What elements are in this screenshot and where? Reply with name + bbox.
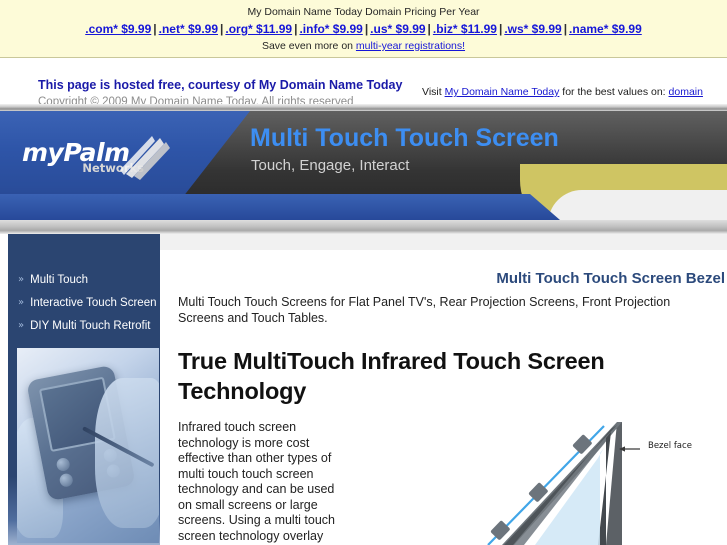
bezel-diagram-graphic [487, 422, 640, 545]
pda-stylus-photo [17, 348, 159, 543]
host-headline: This page is hosted free, courtesy of My… [38, 78, 403, 92]
price-link-biz[interactable]: .biz* $11.99 [433, 22, 497, 36]
masthead-tagline: Touch, Engage, Interact [251, 157, 410, 174]
multi-year-prefix: Save even more on [261, 40, 356, 52]
price-link-info[interactable]: .info* $9.99 [299, 22, 362, 36]
site-masthead: myPalm Networks Multi Touch Touch Screen… [0, 104, 727, 234]
host-notice-strip: This page is hosted free, courtesy of My… [0, 58, 727, 110]
sidebar-item-multi-touch[interactable]: » Multi Touch [8, 268, 160, 291]
photo-pda-button [58, 472, 74, 488]
page-stage: » Multi Touch » Interactive Touch Screen… [0, 234, 727, 545]
page-root: My Domain Name Today Domain Pricing Per … [0, 0, 727, 545]
swoosh-icon [120, 136, 170, 180]
sidebar-navigation: » Multi Touch » Interactive Touch Screen… [8, 234, 160, 545]
masthead-top-rule [0, 104, 727, 111]
sidebar-item-label: DIY Multi Touch Retrofit [30, 319, 151, 332]
price-link-net[interactable]: .net* $9.99 [159, 22, 218, 36]
visit-middle: for the best values on: [559, 86, 669, 98]
page-title: True MultiTouch Infrared Touch Screen Te… [178, 348, 605, 404]
content-top-strip [160, 234, 727, 250]
bezel-diagram: Bezel face [480, 412, 727, 545]
domain-pricing-banner: My Domain Name Today Domain Pricing Per … [0, 0, 727, 58]
chevron-right-icon: » [18, 297, 24, 308]
masthead-bottom-rule [0, 220, 727, 234]
multi-year-link[interactable]: multi-year registrations! [356, 40, 465, 52]
page-subtitle: Multi Touch Touch Screen Bezel [496, 270, 725, 287]
masthead-blue-bar [0, 194, 560, 220]
ad-price-links: .com* $9.99 | .net* $9.99 | .org* $11.99 | .in… [0, 22, 727, 37]
sidebar-item-label: Multi Touch [30, 273, 89, 286]
sidebar-item-diy-multi-touch-retrofit[interactable]: » DIY Multi Touch Retrofit [8, 314, 160, 337]
chevron-right-icon: » [18, 320, 24, 331]
price-link-org[interactable]: .org* $11.99 [225, 22, 292, 36]
photo-pda-button [55, 456, 71, 473]
body-paragraph: Infrared touch screen technology is more… [178, 420, 336, 545]
multi-year-promo: Save even more on multi-year registratio… [0, 40, 727, 53]
price-separator: | [427, 22, 431, 36]
price-link-ws[interactable]: .ws* $9.99 [504, 22, 561, 36]
site-logo[interactable]: myPalm Networks [22, 140, 202, 174]
host-notice-right: Visit My Domain Name Today for the best … [422, 85, 722, 100]
price-link-name[interactable]: .name* $9.99 [569, 22, 642, 36]
main-content: Multi Touch Touch Screen Bezel Multi Tou… [160, 234, 727, 545]
sidebar-item-label: Interactive Touch Screen [30, 296, 157, 309]
sidebar-link-list: » Multi Touch » Interactive Touch Screen… [8, 268, 160, 337]
bezel-face-label: Bezel face [648, 441, 692, 451]
visit-link-primary[interactable]: My Domain Name Today [445, 86, 560, 98]
ad-banner-title: My Domain Name Today Domain Pricing Per … [247, 6, 480, 18]
chevron-right-icon: » [18, 274, 24, 285]
intro-paragraph: Multi Touch Touch Screens for Flat Panel… [178, 295, 671, 325]
price-separator: | [563, 22, 568, 36]
price-separator: | [153, 22, 157, 36]
masthead-title: Multi Touch Touch Screen [250, 124, 559, 152]
sidebar-item-interactive-touch-screen[interactable]: » Interactive Touch Screen [8, 291, 160, 314]
price-link-us[interactable]: .us* $9.99 [370, 22, 425, 36]
price-link-com[interactable]: .com* $9.99 [85, 22, 151, 36]
visit-prefix: Visit [422, 86, 445, 98]
visit-link-domain[interactable]: domain [669, 86, 703, 98]
